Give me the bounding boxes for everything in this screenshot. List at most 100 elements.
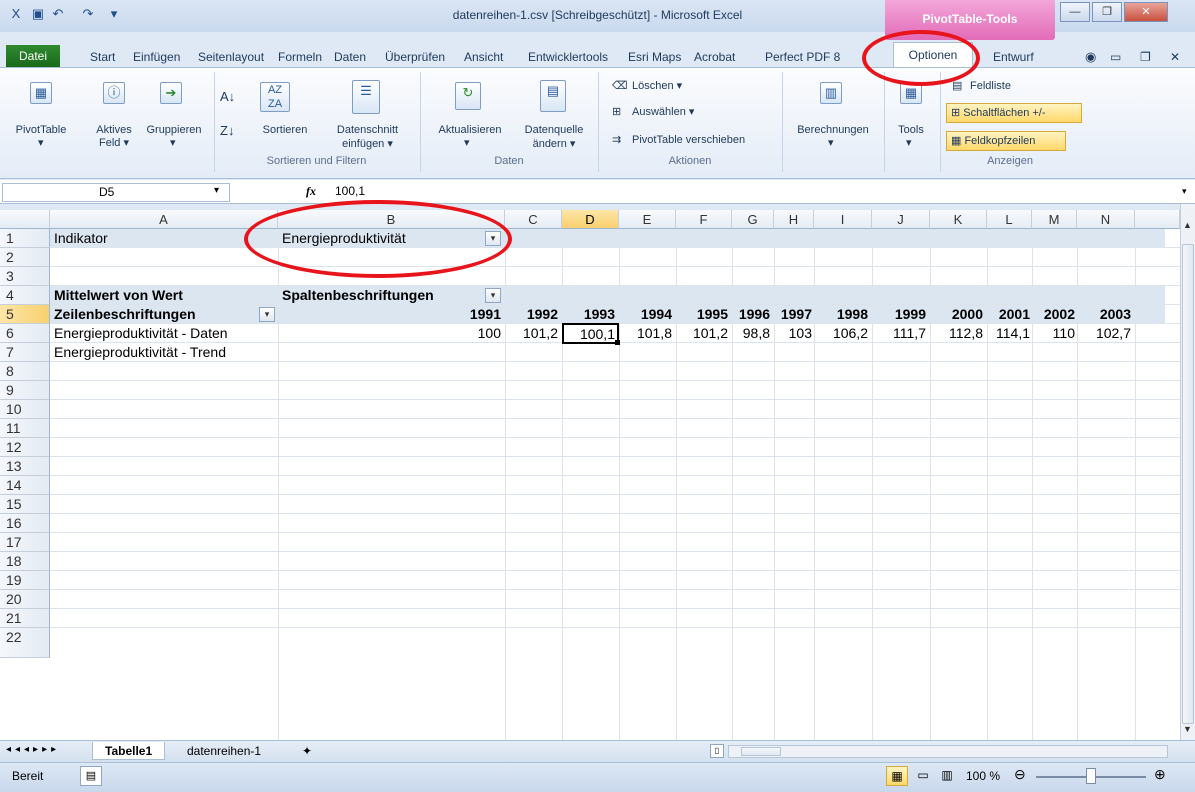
year-header[interactable]: 1991 (440, 305, 501, 324)
pivot-value-label[interactable]: Mittelwert von Wert (54, 286, 183, 305)
row-header[interactable]: 11 (0, 419, 50, 438)
value-cell[interactable]: 111,7 (872, 324, 926, 343)
tab-ueberpruefen[interactable]: Überprüfen (385, 48, 445, 66)
row-header[interactable]: 17 (0, 533, 50, 552)
year-header[interactable]: 1997 (774, 305, 812, 324)
gruppieren-button[interactable]: Gruppieren (141, 124, 207, 137)
year-header[interactable]: 1996 (732, 305, 770, 324)
year-header[interactable]: 1999 (872, 305, 926, 324)
row-header[interactable]: 16 (0, 514, 50, 533)
tab-esri-maps[interactable]: Esri Maps (628, 48, 681, 66)
row-header[interactable]: 20 (0, 590, 50, 609)
pivot-row-trend[interactable]: Energieproduktivität - Trend (54, 343, 226, 362)
select-all-corner[interactable] (0, 210, 50, 229)
row-header[interactable]: 10 (0, 400, 50, 419)
value-cell[interactable]: 102,7 (1077, 324, 1131, 343)
function-icon[interactable]: fx (306, 184, 316, 199)
value-cell[interactable]: 101,8 (619, 324, 672, 343)
pivottable-dropdown-icon[interactable]: ▾ (38, 137, 44, 150)
horizontal-scrollbar[interactable] (728, 745, 1168, 758)
formula-expand-icon[interactable]: ▾ (1182, 186, 1187, 197)
tab-entwicklertools[interactable]: Entwicklertools (528, 48, 608, 66)
row-label-dropdown-icon[interactable]: ▾ (259, 307, 275, 322)
help-icon[interactable]: ◉ (1085, 48, 1096, 66)
row-header[interactable]: 19 (0, 571, 50, 590)
scroll-up-icon[interactable]: ▲ (1183, 220, 1193, 234)
year-header[interactable]: 2003 (1077, 305, 1131, 324)
column-header[interactable]: K (930, 210, 987, 229)
row-header[interactable]: 7 (0, 343, 50, 362)
column-header[interactable]: M (1032, 210, 1077, 229)
macro-record-icon[interactable]: ▤ (80, 766, 102, 786)
tab-seitenlayout[interactable]: Seitenlayout (198, 48, 264, 66)
feldkopfzeilen-toggle[interactable]: ▦ Feldkopfzeilen (946, 131, 1066, 151)
sheet-tab-tabelle1[interactable]: Tabelle1 (92, 742, 166, 760)
split-box-icon[interactable]: ▯ (710, 744, 724, 758)
row-header[interactable]: 13 (0, 457, 50, 476)
pivot-row-daten[interactable]: Energieproduktivität - Daten (54, 324, 228, 343)
tab-entwurf[interactable]: Entwurf (993, 48, 1034, 66)
column-header[interactable]: H (774, 210, 814, 229)
value-cell[interactable]: 110 (1032, 324, 1075, 343)
datenquelle-label-2[interactable]: ändern ▾ (514, 138, 594, 151)
window-restore-icon[interactable]: ❐ (1140, 48, 1151, 66)
maximize-button[interactable]: ❐ (1092, 2, 1122, 22)
workbook-close-icon[interactable]: ✕ (1170, 48, 1180, 66)
row-header[interactable]: 12 (0, 438, 50, 457)
value-cell[interactable]: 100 (440, 324, 501, 343)
pivot-row-label[interactable]: Zeilenbeschriftungen (54, 305, 196, 324)
minimize-button[interactable]: — (1060, 2, 1090, 22)
value-cell[interactable]: 106,2 (814, 324, 868, 343)
row-header[interactable]: 2 (0, 248, 50, 267)
value-cell[interactable]: 112,8 (930, 324, 983, 343)
row-header[interactable]: 9 (0, 381, 50, 400)
year-header[interactable]: 1995 (676, 305, 728, 324)
column-header[interactable]: L (987, 210, 1032, 229)
ribbon-minimize-icon[interactable]: ▭ (1110, 48, 1121, 66)
column-header[interactable]: E (619, 210, 676, 229)
column-header[interactable]: J (872, 210, 930, 229)
sort-ascending-icon[interactable]: A↓ (220, 90, 235, 103)
year-header[interactable]: 1993 (562, 305, 615, 324)
aktualisieren-button[interactable]: Aktualisieren (424, 124, 516, 137)
row-header[interactable]: 18 (0, 552, 50, 571)
year-header[interactable]: 1998 (814, 305, 868, 324)
column-header[interactable]: C (505, 210, 562, 229)
active-cell[interactable]: 100,1 (562, 323, 619, 344)
column-label-dropdown-icon[interactable]: ▾ (485, 288, 501, 303)
vertical-scrollbar[interactable]: ▲ ▼ (1180, 204, 1195, 740)
pivottable-verschieben-button[interactable]: PivotTable verschieben (632, 134, 745, 147)
column-header[interactable]: I (814, 210, 872, 229)
tab-formeln[interactable]: Formeln (278, 48, 322, 66)
sort-descending-icon[interactable]: Z↓ (220, 124, 234, 137)
tab-acrobat[interactable]: Acrobat (694, 48, 735, 66)
name-box[interactable]: D5 (2, 183, 230, 202)
column-header-partial[interactable] (1135, 210, 1180, 229)
tab-ansicht[interactable]: Ansicht (464, 48, 503, 66)
row-header[interactable]: 22 (0, 628, 50, 658)
column-header[interactable]: A (50, 210, 278, 229)
sortieren-button[interactable]: Sortieren (255, 124, 315, 137)
datenquelle-label-1[interactable]: Datenquelle (514, 124, 594, 137)
scroll-down-icon[interactable]: ▼ (1183, 724, 1193, 738)
row-header[interactable]: 8 (0, 362, 50, 381)
tab-perfect-pdf[interactable]: Perfect PDF 8 (765, 48, 840, 66)
tab-datei[interactable]: Datei (6, 45, 60, 67)
schaltflaechen-toggle[interactable]: ⊞ Schaltflächen +/- (946, 103, 1082, 123)
row-header[interactable]: 3 (0, 267, 50, 286)
zoom-out-icon[interactable]: ⊖ (1014, 766, 1026, 783)
sheet-tab-datenreihen[interactable]: datenreihen-1 (175, 742, 273, 760)
value-cell[interactable]: 103 (774, 324, 812, 343)
column-header[interactable]: F (676, 210, 732, 229)
value-cell[interactable]: 101,2 (676, 324, 728, 343)
normal-view-icon[interactable]: ▦ (886, 766, 908, 786)
hscroll-thumb[interactable] (741, 747, 781, 756)
tools-button[interactable]: Tools (888, 124, 934, 137)
spreadsheet-grid[interactable]: A B C D E F G H I J K L M N 1 2 3 4 5 6 … (0, 210, 1180, 740)
tab-start[interactable]: Start (90, 48, 115, 66)
year-header[interactable]: 2002 (1032, 305, 1075, 324)
aktualisieren-dropdown-icon[interactable]: ▾ (464, 137, 470, 150)
year-header[interactable]: 1992 (505, 305, 558, 324)
datenschnitt-label-1[interactable]: Datenschnitt (320, 124, 415, 137)
value-cell[interactable]: 98,8 (732, 324, 770, 343)
